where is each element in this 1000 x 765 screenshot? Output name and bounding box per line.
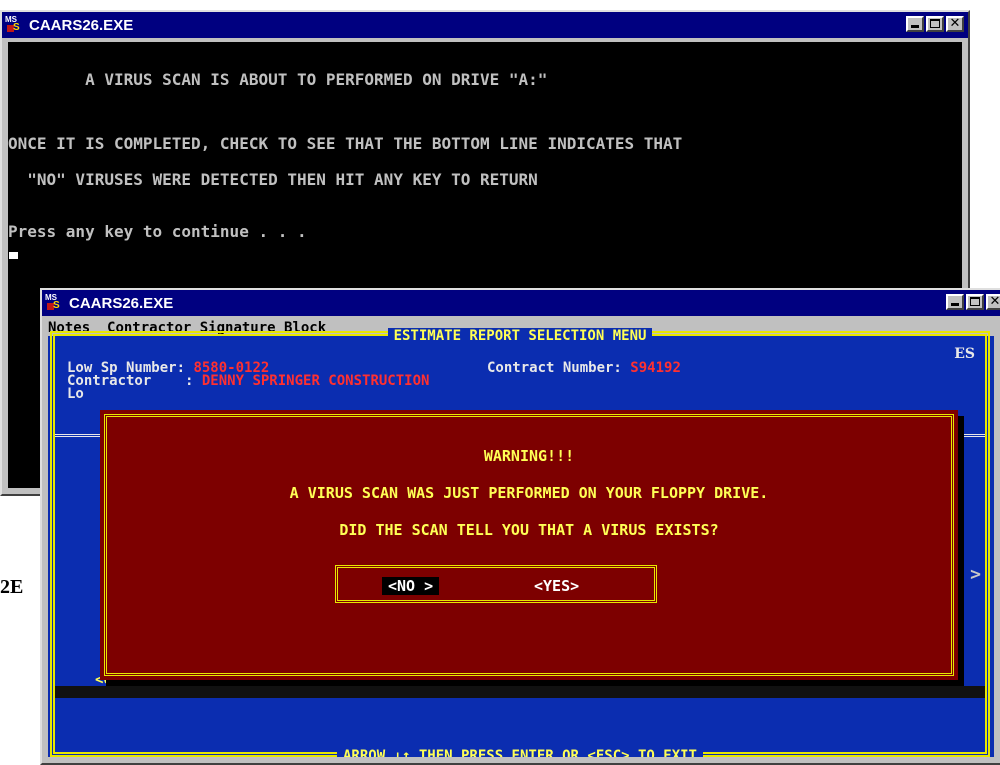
- console-line-1: A VIRUS SCAN IS ABOUT TO PERFORMED ON DR…: [8, 70, 548, 89]
- title-bar[interactable]: MS S CAARS26.EXE ✕: [42, 290, 1000, 316]
- minimize-icon: [911, 25, 919, 28]
- es-indicator: ES: [954, 346, 975, 362]
- minimize-button[interactable]: [946, 294, 964, 310]
- console-line-2: ONCE IT IS COMPLETED, CHECK TO SEE THAT …: [8, 134, 683, 153]
- warning-line-1: A VIRUS SCAN WAS JUST PERFORMED ON YOUR …: [289, 484, 769, 502]
- button-group: <NO > <YES>: [335, 565, 657, 603]
- frame-title: ESTIMATE REPORT SELECTION MENU: [55, 325, 985, 344]
- close-icon: ✕: [949, 16, 961, 31]
- yes-button[interactable]: <YES>: [528, 577, 586, 595]
- scroll-chevron: >: [970, 564, 981, 585]
- footer-hint: ARROW ↓↑ THEN PRESS ENTER OR <ESC> TO EX…: [55, 745, 985, 757]
- no-button[interactable]: <NO >: [382, 577, 440, 595]
- close-button[interactable]: ✕: [946, 16, 964, 32]
- warning-title: WARNING!!!: [483, 447, 575, 465]
- contract-number: Contract Number: S94192: [487, 360, 681, 376]
- close-icon: ✕: [989, 294, 1000, 309]
- warning-line-2: DID THE SCAN TELL YOU THAT A VIRUS EXIST…: [339, 521, 719, 539]
- warning-dialog: WARNING!!! A VIRUS SCAN WAS JUST PERFORM…: [100, 410, 958, 680]
- partial-field-label: Lo: [67, 386, 84, 402]
- console-prompt: Press any key to continue . . .: [8, 222, 307, 241]
- maximize-icon: [930, 19, 940, 28]
- ms-dos-icon: MS S: [5, 15, 20, 33]
- warning-frame: WARNING!!! A VIRUS SCAN WAS JUST PERFORM…: [104, 414, 954, 676]
- text-cursor: [9, 252, 18, 259]
- console-line-3: "NO" VIRUSES WERE DETECTED THEN HIT ANY …: [8, 170, 538, 189]
- minimize-button[interactable]: [906, 16, 924, 32]
- minimize-icon: [951, 303, 959, 306]
- close-button[interactable]: ✕: [986, 294, 1000, 310]
- partial-side-label: 2E: [0, 576, 24, 598]
- window-controls: ✕: [946, 294, 1000, 310]
- title-bar[interactable]: MS S CAARS26.EXE ✕: [2, 12, 968, 38]
- window-title: CAARS26.EXE: [29, 16, 134, 34]
- maximize-button[interactable]: [966, 294, 984, 310]
- contractor: Contractor : DENNY SPRINGER CONSTRUCTION: [67, 373, 430, 389]
- window-controls: ✕: [906, 16, 964, 32]
- ms-dos-icon: MS S: [45, 293, 60, 311]
- maximize-icon: [970, 297, 980, 306]
- window-title: CAARS26.EXE: [69, 294, 174, 312]
- maximize-button[interactable]: [926, 16, 944, 32]
